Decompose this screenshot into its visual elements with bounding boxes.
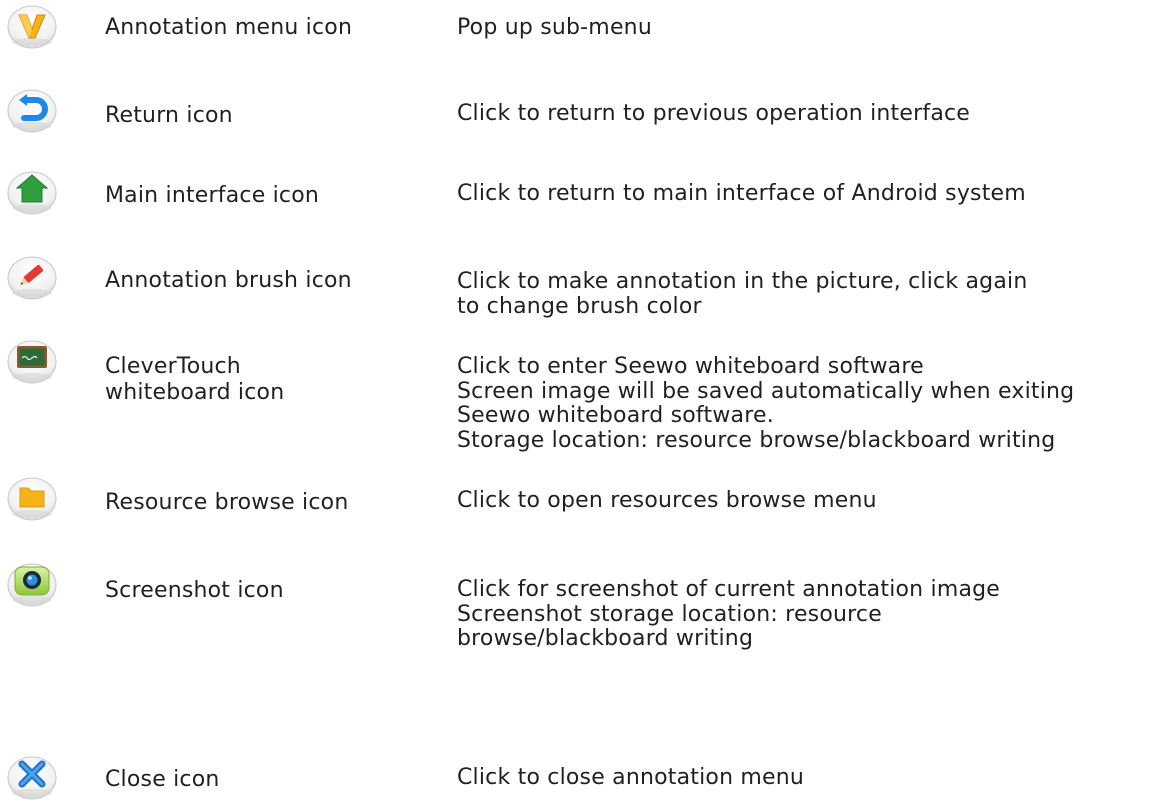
whiteboard-icon <box>6 337 58 385</box>
folder-icon <box>6 474 58 522</box>
icon-description: Click to enter Seewo whiteboard software… <box>457 354 1075 453</box>
icon-name: Annotation brush icon <box>105 268 352 293</box>
icon-name: Close icon <box>105 767 220 792</box>
return-icon <box>6 86 58 134</box>
icon-description: Click to make annotation in the picture,… <box>457 269 1028 319</box>
home-icon <box>6 168 58 216</box>
icon-name: Return icon <box>105 103 233 128</box>
icon-description: Click to return to previous operation in… <box>457 101 971 126</box>
icon-name: Resource browse icon <box>105 490 349 515</box>
icon-name: CleverTouch whiteboard icon <box>105 354 285 405</box>
close-icon <box>6 753 58 801</box>
icon-description: Click for screenshot of current annotati… <box>457 577 1001 651</box>
icon-name: Main interface icon <box>105 183 320 208</box>
icon-name: Screenshot icon <box>105 578 284 603</box>
icon-description: Pop up sub-menu <box>457 15 652 40</box>
camera-icon <box>6 560 58 608</box>
icon-name: Annotation menu icon <box>105 15 353 40</box>
annotation-menu-icon <box>6 2 58 50</box>
icon-description: Click to return to main interface of And… <box>457 181 1026 206</box>
icon-description: Click to close annotation menu <box>457 765 805 790</box>
pencil-icon <box>6 253 58 301</box>
icon-description: Click to open resources browse menu <box>457 488 877 513</box>
